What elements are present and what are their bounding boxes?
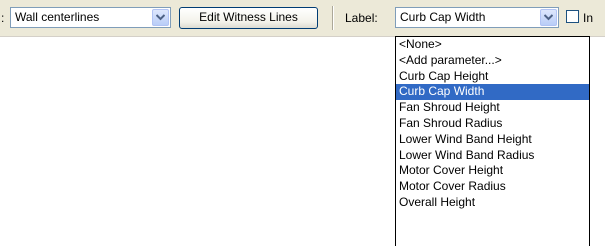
location-line-combobox[interactable]: Wall centerlines	[10, 7, 171, 28]
label-caption: Label:	[345, 11, 378, 25]
dropdown-item-curb-cap-height[interactable]: Curb Cap Height	[396, 69, 589, 85]
dropdown-item-motor-cover-radius[interactable]: Motor Cover Radius	[396, 179, 589, 195]
label-combobox-value: Curb Cap Width	[400, 10, 486, 24]
dropdown-item-lower-wind-band-radius[interactable]: Lower Wind Band Radius	[396, 148, 589, 164]
label-dropdown-list: <None> <Add parameter...> Curb Cap Heigh…	[395, 36, 590, 246]
instance-parameter-checkbox-label: In	[583, 11, 594, 25]
label-dropdown-button[interactable]	[540, 9, 557, 26]
dropdown-item-overall-height[interactable]: Overall Height	[396, 195, 589, 211]
instance-parameter-checkbox[interactable]	[566, 10, 579, 23]
toolbar-separator	[332, 6, 333, 30]
dropdown-item-none[interactable]: <None>	[396, 37, 589, 53]
location-line-dropdown-button[interactable]	[152, 9, 169, 26]
location-line-value: Wall centerlines	[15, 10, 100, 24]
edit-witness-lines-button[interactable]: Edit Witness Lines	[179, 7, 318, 29]
dropdown-item-lower-wind-band-height[interactable]: Lower Wind Band Height	[396, 132, 589, 148]
options-bar: : Wall centerlines Edit Witness Lines La…	[0, 0, 605, 37]
dropdown-item-add-parameter[interactable]: <Add parameter...>	[396, 53, 589, 69]
truncated-label-colon: :	[1, 11, 5, 25]
dropdown-item-curb-cap-width[interactable]: Curb Cap Width	[396, 84, 589, 101]
label-combobox[interactable]: Curb Cap Width	[395, 7, 559, 28]
dropdown-item-fan-shroud-height[interactable]: Fan Shroud Height	[396, 100, 589, 116]
dropdown-item-fan-shroud-radius[interactable]: Fan Shroud Radius	[396, 116, 589, 132]
dropdown-item-motor-cover-height[interactable]: Motor Cover Height	[396, 163, 589, 179]
